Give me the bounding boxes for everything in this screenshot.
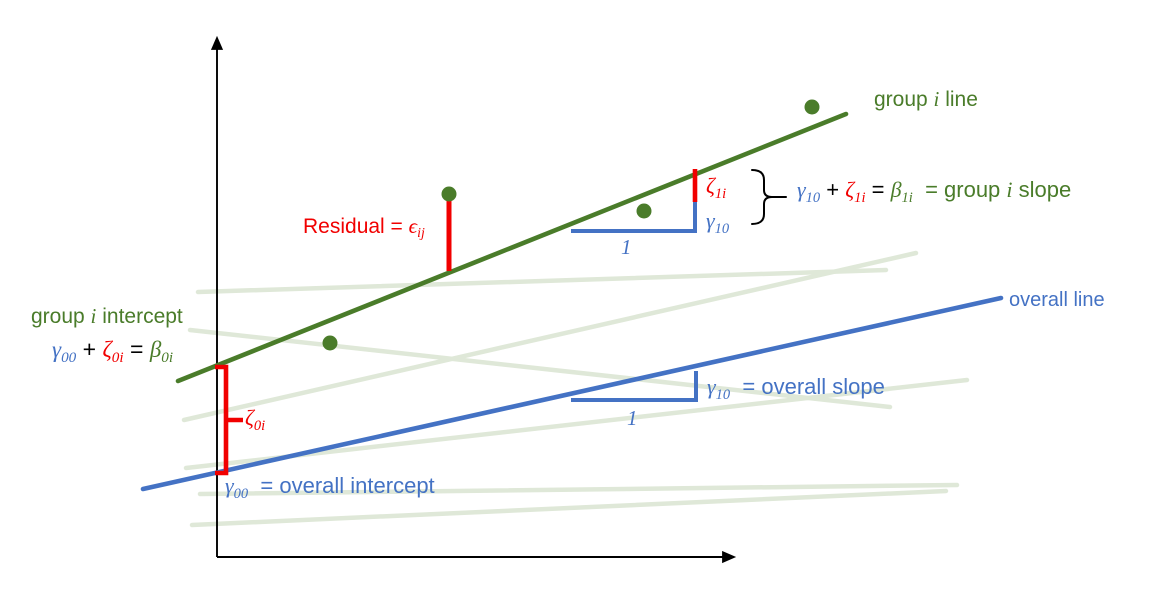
residual-epsilon-subscript: ij xyxy=(417,225,425,241)
residual-epsilon-symbol: ϵ xyxy=(408,214,418,238)
data-point xyxy=(441,186,457,202)
overall-intercept-tail: = overall intercept xyxy=(248,473,435,498)
group-i-intercept-title-text: group i intercept xyxy=(31,304,183,328)
zeta-0i-subscript: 0i xyxy=(253,417,266,434)
slope-sum-brace xyxy=(751,169,787,225)
residual-label: Residual = ϵij xyxy=(303,214,425,241)
eq-gamma-00: γ00 xyxy=(52,337,77,366)
eq-beta-0i: β0i xyxy=(149,337,174,366)
group-i-line-label: group i line xyxy=(874,87,978,111)
gamma-symbol: γ xyxy=(706,208,715,233)
overall-intercept-label: γ00 = overall intercept xyxy=(225,473,435,502)
residual-label-text: Residual = xyxy=(303,215,409,238)
zeta-symbol: ζ xyxy=(706,173,715,198)
diagram-canvas: group i line overall line Residual = ϵij… xyxy=(0,0,1151,597)
gamma-10-subscript: 10 xyxy=(714,220,730,237)
zeta-0i-label: ζ0i xyxy=(245,405,265,433)
overall-intercept-gamma: γ00 xyxy=(225,473,249,502)
brace-path xyxy=(751,169,773,225)
group-slope-equation: γ10 + ζ1i = β1i = group i slope xyxy=(797,177,1072,206)
eq-zeta-1i: ζ1i xyxy=(845,177,866,206)
overall-line-label: overall line xyxy=(1009,289,1105,311)
zeta-0i-bracket xyxy=(215,364,243,476)
group-intercept-equation: γ00 + ζ0i = β0i xyxy=(52,336,174,366)
data-point xyxy=(322,335,338,351)
zeta-1i-subscript: 1i xyxy=(714,185,727,202)
eq-beta-1i: β1i xyxy=(890,177,913,206)
faint-group-line xyxy=(195,267,889,295)
group-slope-equation-tail: = group i slope xyxy=(912,177,1072,202)
gamma-10-label-group: γ10 xyxy=(706,208,729,236)
zeta-1i-label: ζ1i xyxy=(706,173,726,201)
run-one-label-overall: 1 xyxy=(627,406,638,430)
overall-slope-gamma: γ10 xyxy=(707,374,731,403)
run-one-label-group: 1 xyxy=(621,235,632,259)
group-i-intercept-title: group i intercept xyxy=(31,304,183,328)
overall-slope-label: γ10 = overall slope xyxy=(707,374,885,403)
eq-zeta-0i: ζ0i xyxy=(102,337,124,366)
data-point xyxy=(804,99,820,115)
diagram-vector-layer xyxy=(140,35,1004,564)
overall-slope-tail: = overall slope xyxy=(730,374,885,399)
group-i-line xyxy=(175,111,849,384)
data-point xyxy=(636,203,652,219)
eq-gamma-10: γ10 xyxy=(797,177,821,206)
zeta-0i-symbol: ζ xyxy=(245,405,254,430)
group-i-line-label-text: group i line xyxy=(874,87,978,111)
